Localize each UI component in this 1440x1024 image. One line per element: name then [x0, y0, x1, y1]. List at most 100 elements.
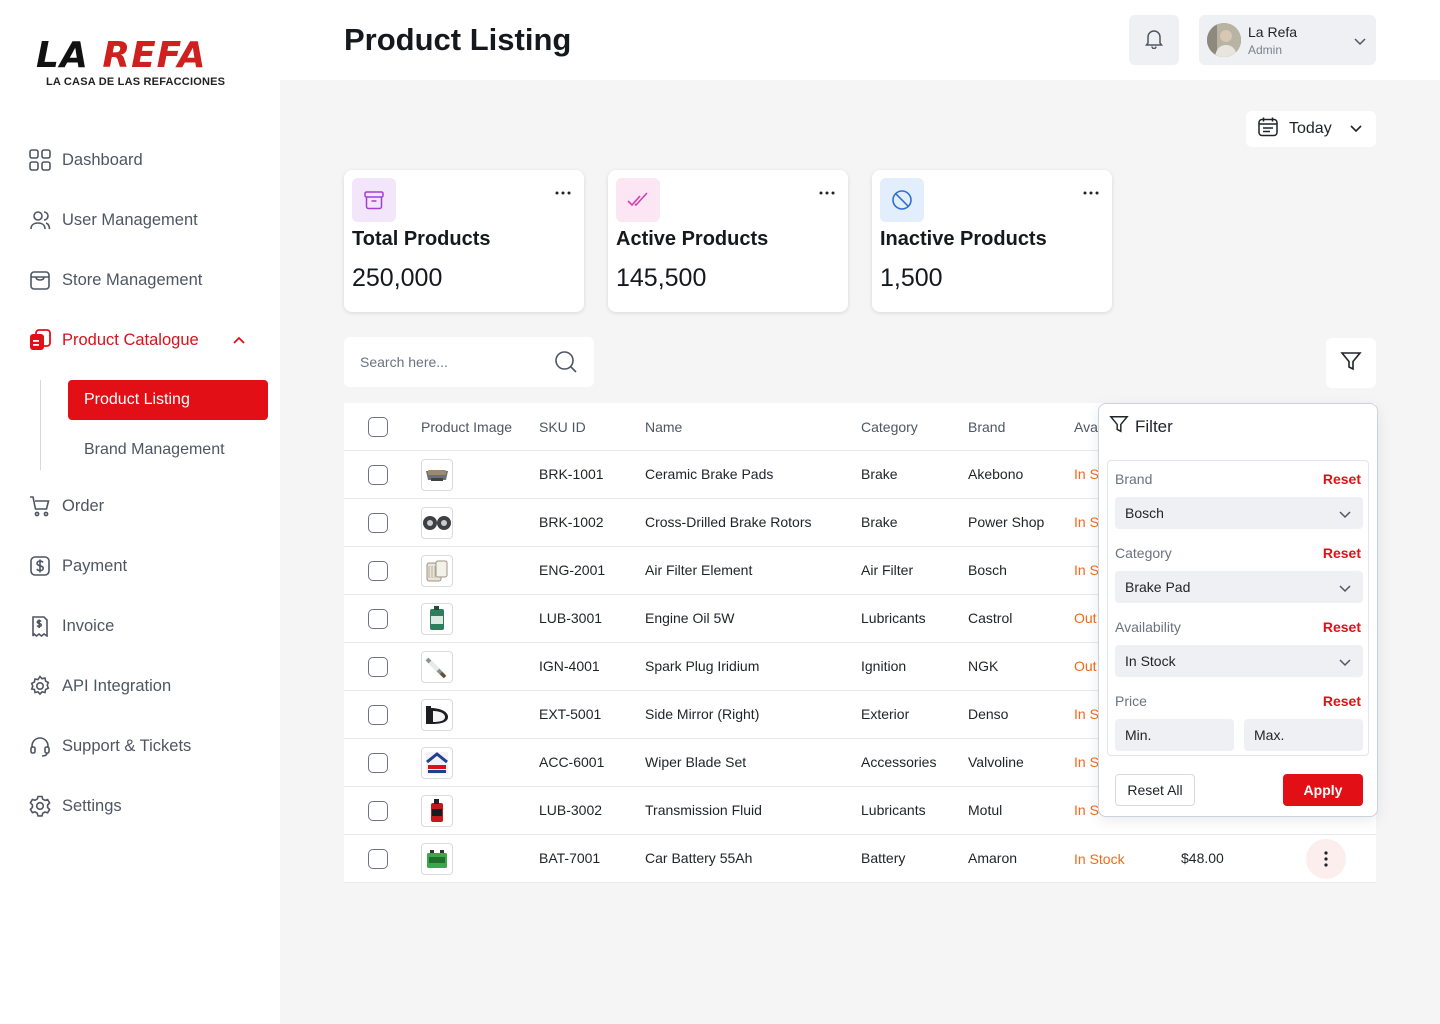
price-max-input[interactable]: Max.	[1244, 719, 1363, 751]
stat-value: 1,500	[880, 264, 943, 292]
row-checkbox[interactable]	[368, 705, 388, 725]
row-checkbox[interactable]	[368, 465, 388, 485]
category-reset-link[interactable]: Reset	[1323, 545, 1361, 561]
column-header[interactable]: SKU ID	[539, 419, 586, 435]
sku-cell: BAT-7001	[539, 850, 601, 866]
headset-icon	[28, 734, 52, 758]
sidebar-item-invoice[interactable]: Invoice	[28, 614, 114, 638]
sku-cell: LUB-3002	[539, 802, 603, 818]
column-header[interactable]: Category	[861, 419, 918, 435]
price-cell: $48.00	[1181, 850, 1224, 866]
stat-value: 145,500	[616, 264, 707, 292]
category-select[interactable]: Brake Pad	[1115, 571, 1363, 603]
sidebar-item-settings[interactable]: Settings	[28, 794, 122, 818]
sidebar-subitem-brand-management[interactable]: Brand Management	[68, 430, 268, 470]
more-options-icon[interactable]	[552, 186, 574, 200]
row-checkbox[interactable]	[368, 801, 388, 821]
row-checkbox[interactable]	[368, 513, 388, 533]
calendar-icon	[1257, 116, 1279, 143]
category-cell: Brake	[861, 466, 898, 482]
filter-button[interactable]	[1326, 338, 1376, 388]
availability-select[interactable]: In Stock	[1115, 645, 1363, 677]
api-gear-icon	[28, 674, 52, 698]
brand-select[interactable]: Bosch	[1115, 497, 1363, 529]
user-menu[interactable]: La Refa Admin	[1199, 15, 1376, 65]
table-row[interactable]: BAT-7001 Car Battery 55Ah Battery Amaron…	[344, 835, 1376, 883]
reset-all-button[interactable]: Reset All	[1115, 774, 1195, 806]
category-cell: Lubricants	[861, 802, 926, 818]
funnel-icon	[1340, 350, 1362, 377]
settings-icon	[28, 794, 52, 818]
sidebar-item-dashboard[interactable]: Dashboard	[28, 148, 143, 172]
category-cell: Accessories	[861, 754, 937, 770]
sidebar-item-label: Support & Tickets	[62, 736, 192, 755]
more-options-icon[interactable]	[1080, 186, 1102, 200]
search-icon[interactable]	[554, 350, 578, 379]
more-options-icon[interactable]	[816, 186, 838, 200]
search-input[interactable]	[344, 337, 544, 387]
date-range-dropdown[interactable]: Today	[1246, 111, 1376, 147]
sidebar-item-payment[interactable]: Payment	[28, 554, 127, 578]
sidebar-item-product-catalogue[interactable]: Product Catalogue	[28, 328, 245, 352]
row-checkbox[interactable]	[368, 849, 388, 869]
sidebar-item-store-management[interactable]: Store Management	[28, 268, 202, 292]
name-cell: Ceramic Brake Pads	[645, 466, 774, 482]
sidebar-item-label: Store Management	[62, 270, 203, 289]
column-header[interactable]: Brand	[968, 419, 1005, 435]
brand-wordmark: LA REFA	[36, 35, 207, 76]
sidebar-item-label: Product Catalogue	[62, 330, 199, 349]
filter-panel-header: Filter	[1109, 414, 1173, 439]
notifications-button[interactable]	[1129, 15, 1179, 65]
sidebar-item-label: Dashboard	[62, 150, 143, 169]
sidebar-item-label: Order	[62, 496, 105, 515]
brand-cell: Castrol	[968, 610, 1013, 626]
row-checkbox[interactable]	[368, 657, 388, 677]
sidebar-item-api-integration[interactable]: API Integration	[28, 674, 171, 698]
apply-button[interactable]: Apply	[1283, 774, 1363, 806]
row-checkbox[interactable]	[368, 753, 388, 773]
row-checkbox[interactable]	[368, 561, 388, 581]
column-header[interactable]: Ava	[1074, 419, 1098, 435]
price-reset-link[interactable]: Reset	[1323, 693, 1361, 709]
column-header[interactable]: Name	[645, 419, 682, 435]
category-cell: Brake	[861, 514, 898, 530]
name-cell: Air Filter Element	[645, 562, 753, 578]
brand-reset-link[interactable]: Reset	[1323, 471, 1361, 487]
sidebar-item-label: Payment	[62, 556, 128, 575]
row-actions-button[interactable]	[1306, 839, 1346, 879]
brand-logo[interactable]: LA REFA LA CASA DE LAS REFACCIONES	[36, 38, 242, 90]
sidebar-item-order[interactable]: Order	[28, 494, 104, 518]
sku-cell: BRK-1001	[539, 466, 604, 482]
chevron-up-icon[interactable]	[233, 336, 245, 344]
chevron-down-icon	[1339, 506, 1351, 522]
column-header[interactable]: Product Image	[421, 419, 512, 435]
select-all-checkbox[interactable]	[368, 417, 388, 437]
brand-cell: Bosch	[968, 562, 1007, 578]
sidebar-item-user-management[interactable]: User Management	[28, 208, 198, 232]
sku-cell: LUB-3001	[539, 610, 603, 626]
invoice-icon	[28, 614, 52, 638]
stat-card-inactive-products: Inactive Products 1,500	[872, 170, 1112, 312]
air-filter-image	[421, 555, 453, 587]
availability-cell: In S	[1074, 754, 1099, 770]
dollar-icon	[28, 554, 52, 578]
sidebar-subitem-product-listing[interactable]: Product Listing	[68, 380, 268, 420]
brand-cell: Amaron	[968, 850, 1018, 866]
brand-cell: NGK	[968, 658, 999, 674]
brand-cell: Denso	[968, 706, 1009, 722]
availability-reset-link[interactable]: Reset	[1323, 619, 1361, 635]
availability-cell: In S	[1074, 514, 1099, 530]
cart-icon	[28, 494, 52, 518]
row-checkbox[interactable]	[368, 609, 388, 629]
dashboard-grid-icon	[28, 148, 52, 172]
avatar	[1207, 23, 1241, 57]
sku-cell: ENG-2001	[539, 562, 606, 578]
stat-card-total-products: Total Products 250,000	[344, 170, 584, 312]
filter-fields: Brand Reset Bosch Category Reset Brake P…	[1107, 460, 1369, 756]
sidebar-item-support-tickets[interactable]: Support & Tickets	[28, 734, 191, 758]
name-cell: Spark Plug Iridium	[645, 658, 760, 674]
chevron-down-icon	[1339, 654, 1351, 670]
filter-title: Filter	[1135, 416, 1173, 436]
price-min-input[interactable]: Min.	[1115, 719, 1234, 751]
brake-rotors-image	[421, 507, 453, 539]
